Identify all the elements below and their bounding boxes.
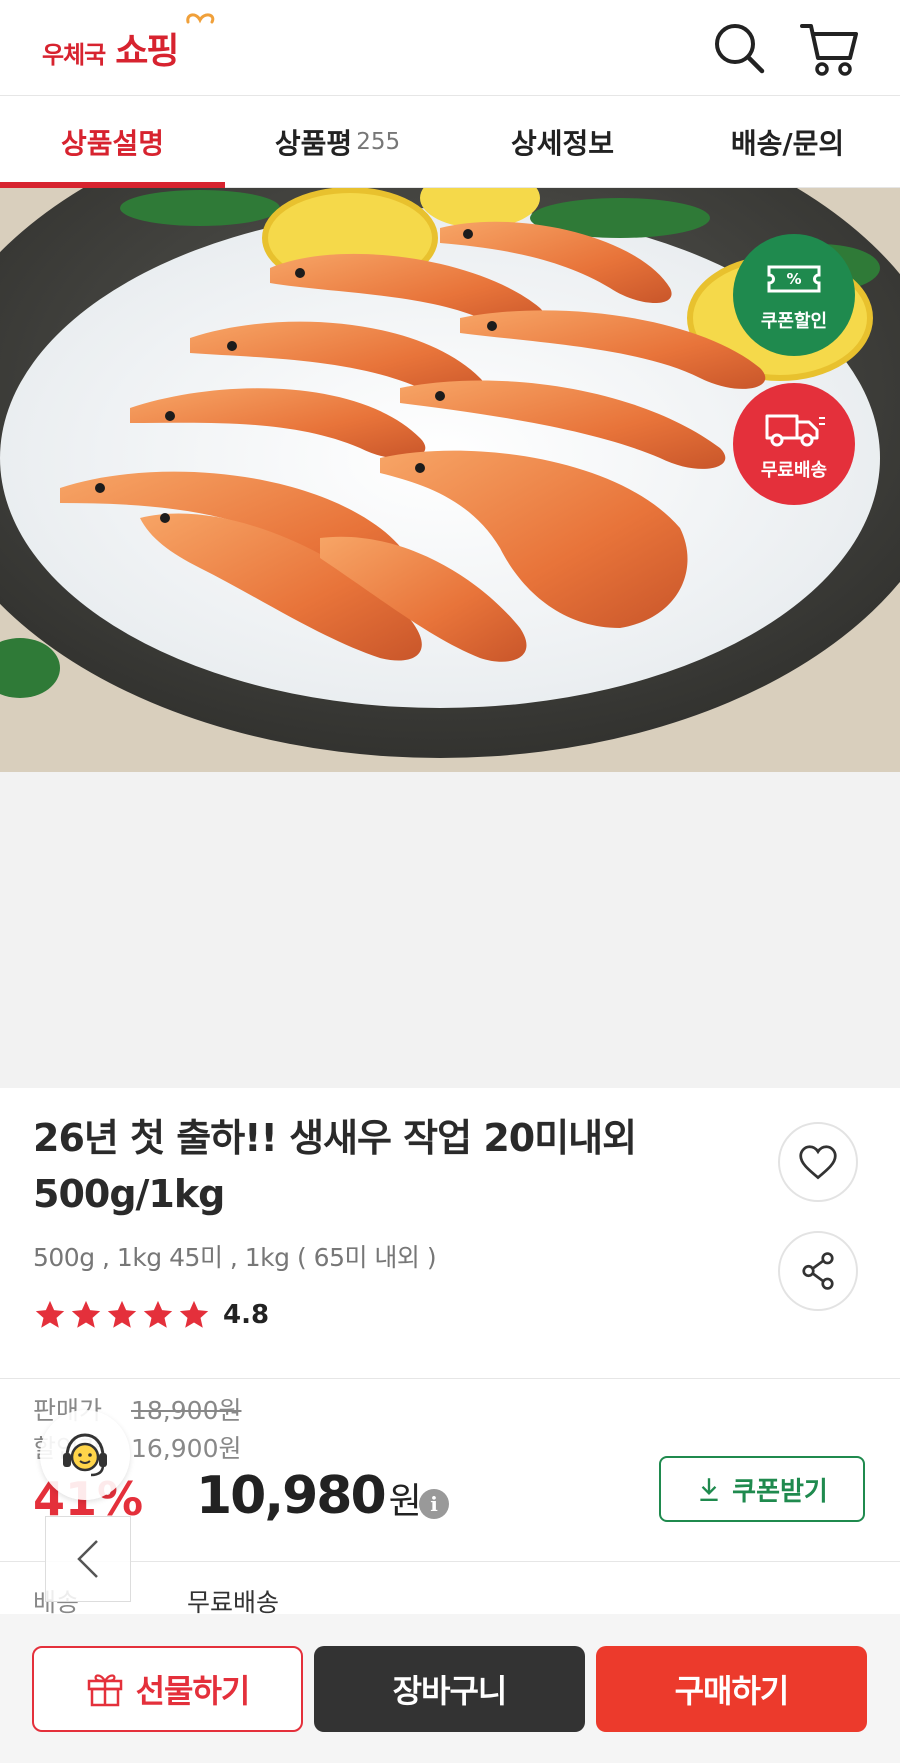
logo-prefix: 우체국 <box>42 41 106 69</box>
add-to-cart-button[interactable]: 장바구니 <box>314 1646 585 1732</box>
tab-reviews[interactable]: 상품평 255 <box>225 96 450 187</box>
sale-price: 16,900원 <box>131 1434 242 1463</box>
divider <box>0 1561 900 1562</box>
get-coupon-button[interactable]: 쿠폰받기 <box>659 1456 865 1522</box>
star-icon <box>179 1300 209 1328</box>
buy-now-button[interactable]: 구매하기 <box>596 1646 867 1732</box>
star-icon <box>35 1300 65 1328</box>
tab-label: 상품평 <box>274 126 353 160</box>
coupon-badge-label: 쿠폰할인 <box>760 311 828 332</box>
price-info-icon[interactable]: i <box>419 1489 449 1519</box>
truck-icon <box>765 414 825 447</box>
star-icon <box>143 1300 173 1328</box>
cart-icon[interactable] <box>798 18 860 80</box>
heart-logo-icon <box>186 13 215 24</box>
download-icon <box>700 1478 718 1501</box>
star-icon <box>71 1300 101 1328</box>
divider <box>0 1378 900 1379</box>
product-title: 26년 첫 출하!! 생새우 작업 20미내외 500g/1kg <box>33 1116 637 1216</box>
tab-description[interactable]: 상품설명 <box>0 96 225 188</box>
add-to-cart-label: 장바구니 <box>392 1672 508 1710</box>
coupon-ticket-icon: % <box>767 265 821 293</box>
bottom-action-bar: 선물하기 장바구니 구매하기 <box>0 1614 900 1763</box>
final-price: 10,980 원 <box>196 1466 422 1526</box>
product-page: 우체국 쇼핑 상품설명 상품평 255 상세정보 배송/문의 % 쿠폰할인 무료… <box>0 0 900 1763</box>
chatbot-button[interactable] <box>40 1410 130 1500</box>
get-coupon-label: 쿠폰받기 <box>732 1476 828 1507</box>
header: 우체국 쇼핑 <box>0 0 900 95</box>
tab-label: 상세정보 <box>510 126 615 160</box>
review-count: 255 <box>356 128 401 155</box>
product-options: 500g , 1kg 45미 , 1kg ( 65미 내외 ) <box>33 1243 437 1272</box>
tab-label: 상품설명 <box>60 126 165 160</box>
free-shipping-badge: 무료배송 <box>733 383 855 505</box>
logo-main: 쇼핑 <box>115 31 179 72</box>
gift-label: 선물하기 <box>135 1672 251 1710</box>
search-icon[interactable] <box>708 18 770 80</box>
rating-value: 4.8 <box>223 1300 270 1330</box>
list-price: 18,900원 <box>131 1396 242 1425</box>
share-button[interactable] <box>778 1231 858 1311</box>
tab-shipping-inquiry[interactable]: 배송/문의 <box>675 96 900 187</box>
star-icon <box>107 1300 137 1328</box>
back-button[interactable] <box>45 1516 131 1602</box>
final-price-unit: 원 <box>388 1481 422 1522</box>
tab-details[interactable]: 상세정보 <box>450 96 675 187</box>
gift-button[interactable]: 선물하기 <box>32 1646 303 1732</box>
chevron-left-icon <box>77 1540 98 1578</box>
share-icon <box>802 1252 834 1290</box>
detail-tabs: 상품설명 상품평 255 상세정보 배송/문의 <box>0 95 900 188</box>
shipping-badge-label: 무료배송 <box>760 460 828 481</box>
percent-symbol: % <box>786 270 801 288</box>
heart-icon <box>799 1145 837 1180</box>
image-placeholder-area <box>0 772 900 1088</box>
rating[interactable]: 4.8 <box>33 1298 269 1332</box>
buy-now-label: 구매하기 <box>674 1672 790 1710</box>
final-price-value: 10,980 <box>196 1466 387 1526</box>
gift-icon <box>87 1674 122 1707</box>
chatbot-headset-icon <box>63 1433 107 1477</box>
coupon-discount-badge: % 쿠폰할인 <box>733 234 855 356</box>
product-image[interactable]: % 쿠폰할인 무료배송 <box>0 188 900 772</box>
star-rating <box>33 1298 211 1332</box>
wishlist-button[interactable] <box>778 1122 858 1202</box>
tab-label: 배송/문의 <box>730 126 845 160</box>
logo[interactable]: 우체국 쇼핑 <box>42 13 215 74</box>
